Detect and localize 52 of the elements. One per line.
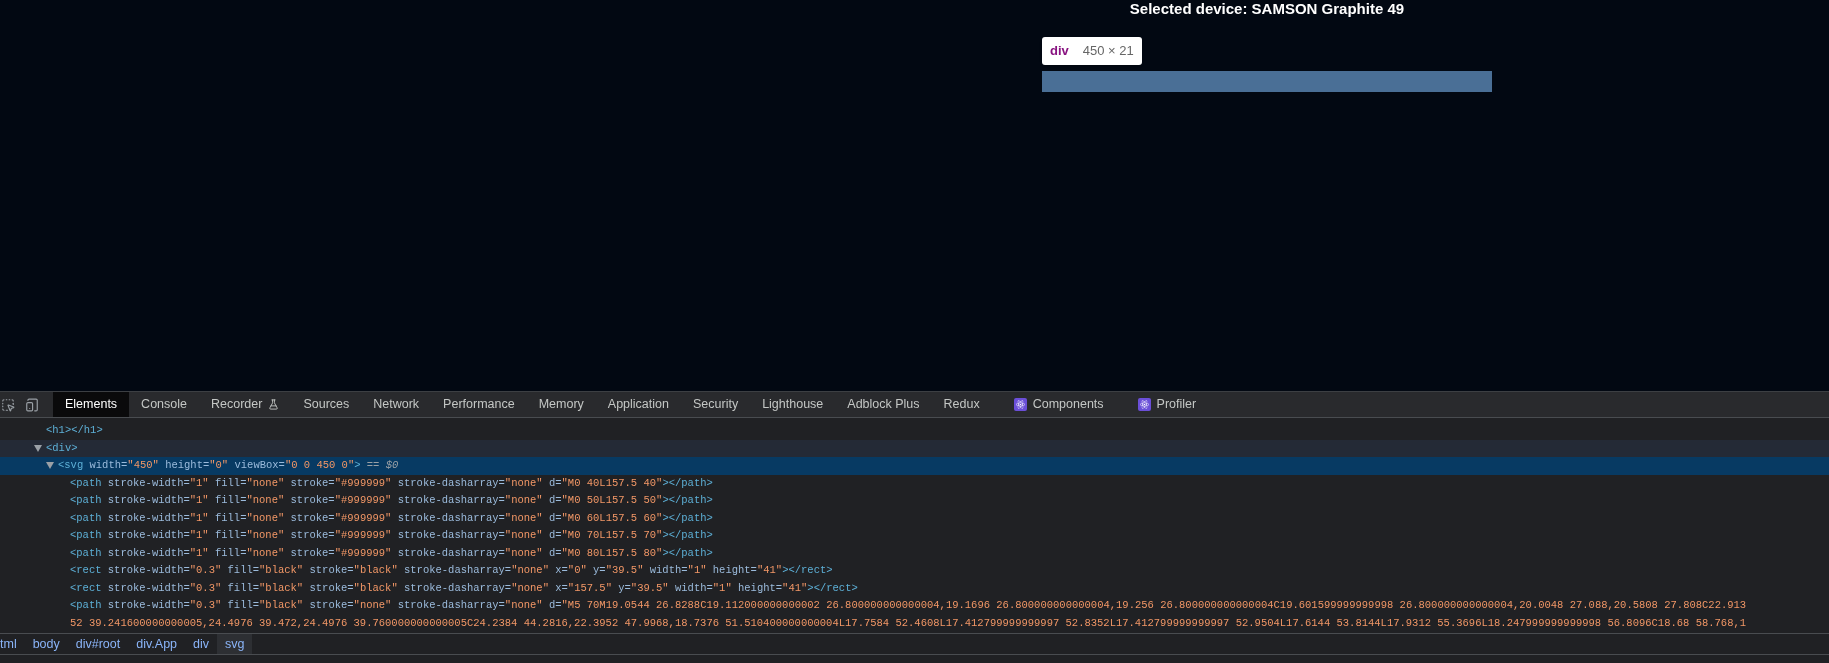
dom-node-code: 52 39.241600000000005,24.4976 39.472,24.4976 39.760000000000005C24.2384 44.2816,22.3952 47.9968,18.7376 51.510400000000004L17.7584 52.4608L17.412799999999997 52.8352L17.412799999999997 52.9504L17.6144 53.8144L17.9312 55.3696L18.247999999999998 56.8096C18.68 58.768,1 <box>70 616 1747 629</box>
flask-icon <box>268 399 280 410</box>
dom-node-code: <path stroke-width="1" fill="none" stroke="#999999" stroke-dasharray="none" d="M0 50L157.5 50"></path> <box>70 493 713 508</box>
dom-node-code: <path stroke-width="1" fill="none" stroke="#999999" stroke-dasharray="none" d="M0 80L157.5 80"></path> <box>70 545 713 561</box>
devtools-tab[interactable]: Performance <box>431 392 527 417</box>
devtools-tab[interactable]: Components <box>1001 392 1116 417</box>
dom-node-row[interactable]: <path stroke-width="1" fill="none" stroke="#999999" stroke-dasharray="none" d="M0 50L157.5 50"></path> <box>0 492 1829 510</box>
devtools-tab[interactable]: Sources <box>291 392 362 417</box>
devtools-tab[interactable]: Profiler <box>1125 392 1209 417</box>
devtools-tab[interactable]: Network <box>361 392 432 417</box>
dom-node-row[interactable]: <path stroke-width="1" fill="none" stroke="#999999" stroke-dasharray="none" d="M0 40L157.5 40"></path> <box>0 474 1829 492</box>
dom-node-code: <h1></h1> <box>46 423 103 438</box>
devtools-tab[interactable]: Redux <box>931 392 992 417</box>
dom-node-row[interactable]: <svg width="450" height="0" viewBox="0 0 450 0"> == $0 <box>0 457 1829 475</box>
dom-node-row[interactable]: <h1></h1> <box>0 422 1829 440</box>
dom-node-code: <path stroke-width="1" fill="none" stroke="#999999" stroke-dasharray="none" d="M0 60L157.5 60"></path> <box>70 510 713 526</box>
devtools-tab[interactable]: Console <box>129 392 199 417</box>
devtools-tab[interactable]: Application <box>595 392 681 417</box>
inspect-icon[interactable] <box>1 397 15 412</box>
react-icon <box>1013 398 1027 411</box>
dom-node-code: <path stroke-width="0.3" fill="black" stroke="none" stroke-dasharray="none" d="M5 70M19.0544 26.8288C19.112000000000002 26.800000000000004,19.1696 26.800000000000004,19.256 26.800000000000004C19.601599999999998 26.800000000000004,20.0048 27.088,20.5808 27.808C22.913 <box>70 598 1747 613</box>
devtools-tab[interactable]: Adblock Plus <box>835 392 932 417</box>
dom-node-code: <div> <box>46 440 78 456</box>
dom-node-code: <svg width="450" height="0" viewBox="0 0 450 0"> == $0 <box>58 458 399 473</box>
tooltip-size: 450 × 21 <box>1082 42 1134 61</box>
devtools-tab[interactable]: Recorder <box>199 392 292 417</box>
breadcrumb-item[interactable]: svg <box>217 634 253 654</box>
devtools-tab[interactable]: Lighthouse <box>750 392 836 417</box>
breadcrumb-item[interactable]: tml <box>0 634 25 654</box>
dom-node-code: <rect stroke-width="0.3" fill="black" stroke="black" stroke-dasharray="none" x="157.5" y="39.5" width="1" height="41"></rect> <box>70 580 858 596</box>
dom-node-row[interactable]: <rect stroke-width="0.3" fill="black" stroke="black" stroke-dasharray="none" x="157.5" y="39.5" width="1" height="41"></rect> <box>0 579 1829 597</box>
dom-node-row[interactable]: <path stroke-width="1" fill="none" stroke="#999999" stroke-dasharray="none" d="M0 60L157.5 60"></path> <box>0 509 1829 527</box>
page-heading: Selected device: SAMSON Graphite 49 <box>1129 0 1405 18</box>
breadcrumb-item[interactable]: div.App <box>128 634 186 654</box>
expanded-triangle-icon[interactable] <box>34 444 42 452</box>
devtools-tab[interactable]: Security <box>681 392 751 417</box>
breadcrumb-item[interactable]: body <box>24 634 68 654</box>
breadcrumb-item[interactable]: div <box>185 634 217 654</box>
dom-node-code: <path stroke-width="1" fill="none" stroke="#999999" stroke-dasharray="none" d="M0 70L157.5 70"></path> <box>70 528 713 543</box>
devtools-tab[interactable]: Memory <box>526 392 596 417</box>
dom-node-code: <rect stroke-width="0.3" fill="black" stroke="black" stroke-dasharray="none" x="0" y="39.5" width="1" height="41"></rect> <box>70 563 833 578</box>
dom-node-row[interactable]: <path stroke-width="1" fill="none" stroke="#999999" stroke-dasharray="none" d="M0 80L157.5 80"></path> <box>0 544 1829 562</box>
react-icon <box>1137 398 1151 411</box>
devtools-tab[interactable]: Elements <box>53 392 130 417</box>
dom-node-code: <path stroke-width="1" fill="none" stroke="#999999" stroke-dasharray="none" d="M0 40L157.5 40"></path> <box>70 475 713 491</box>
device-toggle-icon[interactable] <box>25 397 39 412</box>
dom-node-row[interactable]: <div> <box>0 439 1829 457</box>
expanded-triangle-icon[interactable] <box>46 462 54 470</box>
tooltip-tag: div <box>1050 41 1069 61</box>
dom-node-row[interactable]: <rect stroke-width="0.3" fill="black" stroke="black" stroke-dasharray="none" x="0" y="39.5" width="1" height="41"></rect> <box>0 562 1829 580</box>
breadcrumb-item[interactable]: div#root <box>67 634 129 654</box>
dom-node-row[interactable]: <path stroke-width="1" fill="none" stroke="#999999" stroke-dasharray="none" d="M0 70L157.5 70"></path> <box>0 527 1829 545</box>
